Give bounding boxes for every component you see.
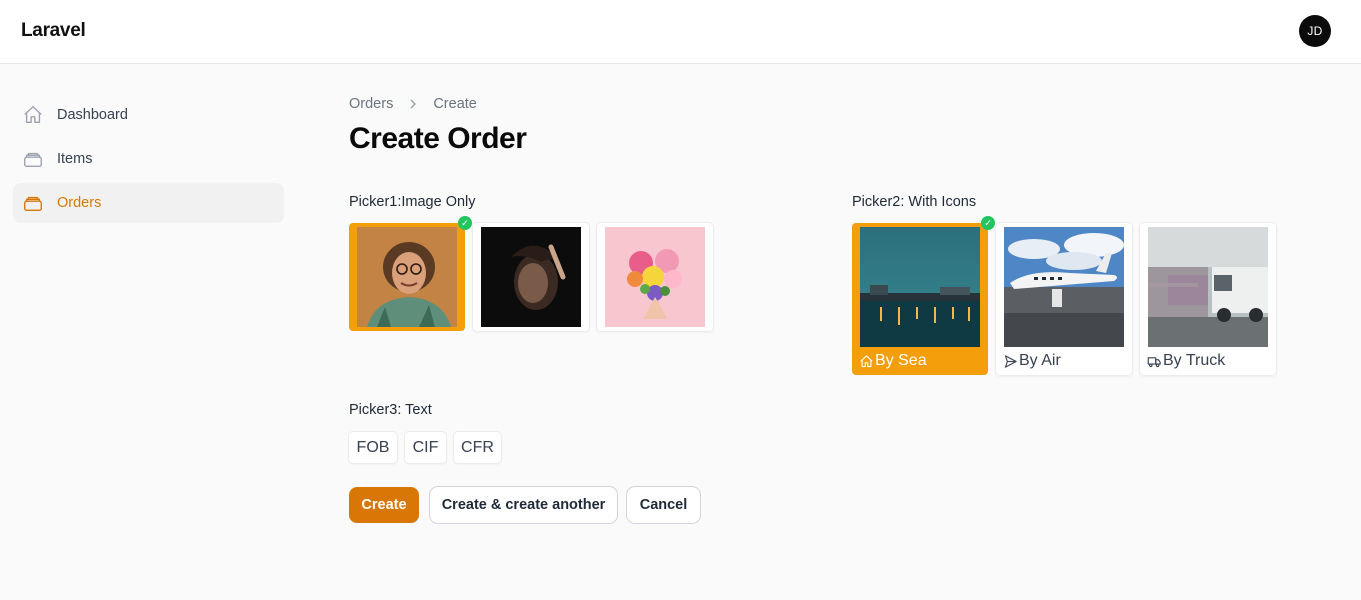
sidebar-item-orders[interactable]: Orders bbox=[13, 183, 284, 223]
brand-logo[interactable]: Laravel bbox=[21, 20, 86, 42]
dark-portrait-photo bbox=[481, 227, 581, 327]
by-truck-label: By Truck bbox=[1163, 352, 1226, 369]
picker2-label: Picker2: With Icons bbox=[852, 194, 977, 210]
by-air-label: By Air bbox=[1019, 352, 1061, 369]
truck-icon bbox=[1147, 354, 1162, 369]
picker3-option-fob[interactable]: FOB bbox=[349, 432, 397, 463]
picker2-option-caption: By Air bbox=[1003, 352, 1061, 370]
picker1-option-1[interactable]: ✓ bbox=[349, 216, 472, 331]
home-icon bbox=[859, 354, 874, 369]
picker2-option-by-air[interactable]: By Air bbox=[996, 223, 1132, 375]
check-circle-icon: ✓ bbox=[458, 216, 472, 230]
home-icon bbox=[22, 104, 44, 126]
picker1-option-3[interactable] bbox=[597, 223, 713, 331]
man-with-glasses-photo bbox=[357, 227, 457, 327]
rectangle-stack-icon bbox=[22, 148, 44, 170]
chevron-right-icon bbox=[407, 98, 419, 110]
paper-airplane-icon bbox=[1003, 354, 1018, 369]
picker1-option-2[interactable] bbox=[473, 223, 589, 331]
picker2-option-caption: By Truck bbox=[1147, 352, 1225, 370]
sidebar-item-dashboard[interactable]: Dashboard bbox=[13, 95, 284, 135]
rectangle-stack-icon bbox=[22, 192, 44, 214]
picker2-option-by-sea[interactable]: ✓ By Sea bbox=[852, 216, 995, 375]
picker2-option-by-truck[interactable]: By Truck bbox=[1140, 223, 1276, 375]
user-avatar[interactable]: JD bbox=[1299, 15, 1331, 47]
breadcrumb: Orders Create bbox=[349, 96, 477, 112]
picker3-option-cfr[interactable]: CFR bbox=[454, 432, 501, 463]
sidebar-item-label: Orders bbox=[57, 195, 102, 211]
check-circle-icon: ✓ bbox=[981, 216, 995, 230]
create-another-button[interactable]: Create & create another bbox=[430, 487, 617, 523]
breadcrumb-orders[interactable]: Orders bbox=[349, 96, 393, 112]
sidebar-item-items[interactable]: Items bbox=[13, 139, 284, 179]
picker3-label: Picker3: Text bbox=[349, 402, 432, 418]
truck-photo bbox=[1148, 227, 1268, 347]
picker2-option-caption: By Sea bbox=[859, 352, 927, 370]
top-bar: Laravel JD bbox=[0, 0, 1361, 64]
private-jet-photo bbox=[1004, 227, 1124, 347]
picker1-label: Picker1:Image Only bbox=[349, 194, 476, 210]
create-button[interactable]: Create bbox=[349, 487, 419, 523]
sidebar-item-label: Items bbox=[57, 151, 93, 167]
cancel-button[interactable]: Cancel bbox=[627, 487, 700, 523]
by-sea-label: By Sea bbox=[875, 352, 927, 369]
page-title: Create Order bbox=[349, 122, 527, 155]
harbor-photo bbox=[860, 227, 980, 347]
sidebar-item-label: Dashboard bbox=[57, 107, 128, 123]
breadcrumb-create: Create bbox=[433, 96, 477, 112]
picker3-option-cif[interactable]: CIF bbox=[405, 432, 446, 463]
flower-heart-photo bbox=[605, 227, 705, 327]
